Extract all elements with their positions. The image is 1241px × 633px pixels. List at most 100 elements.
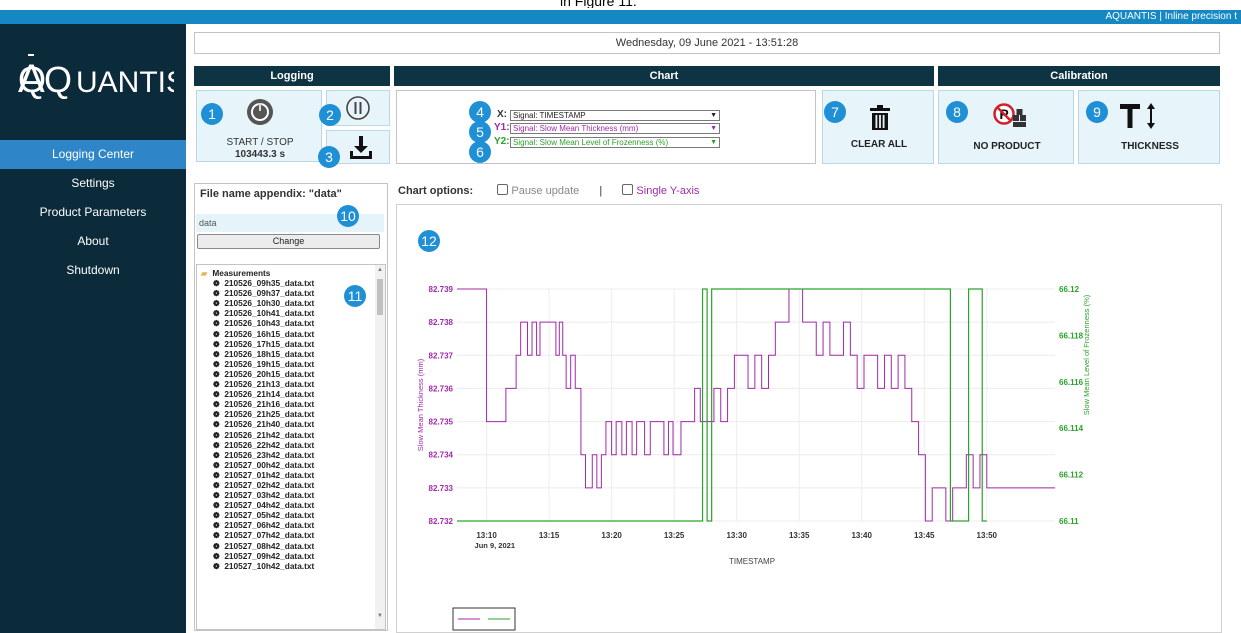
file-name: 210527_05h42_data.txt [224, 510, 315, 521]
x-tick-label: 13:45 [914, 531, 935, 540]
y1-tick-label: 82.733 [429, 484, 454, 493]
x-tick-label: 13:35 [789, 531, 810, 540]
file-name: 210526_22h42_data.txt [224, 439, 315, 450]
pause-icon [346, 96, 370, 120]
file-name: 210526_21h42_data.txt [224, 429, 315, 440]
tree-file-item[interactable]: ❁ 210527_07h42_data.txt [201, 530, 385, 540]
single-y-axis-checkbox[interactable] [622, 184, 634, 195]
tree-file-item[interactable]: ❁ 210527_05h42_data.txt [201, 510, 385, 520]
file-name: 210526_10h43_data.txt [224, 318, 315, 329]
svg-text:UANTIS: UANTIS [76, 66, 174, 99]
tree-file-item[interactable]: ❁ 210526_18h15_data.txt [201, 349, 385, 359]
tree-file-item[interactable]: ❁ 210526_10h43_data.txt [201, 318, 385, 328]
thickness-label: THICKNESS [1121, 141, 1179, 152]
tree-file-item[interactable]: ❁ 210526_21h16_data.txt [201, 399, 385, 409]
tree-scrollbar-thumb[interactable] [377, 279, 383, 315]
scroll-up-icon: ▲ [377, 267, 383, 273]
series-y1-line [457, 288, 1055, 522]
y2-tick-label: 66.116 [1059, 378, 1084, 387]
y2-tick-label: 66.112 [1059, 471, 1084, 480]
nav-product-parameters[interactable]: Product Parameters [0, 198, 186, 227]
chevron-down-icon: ▼ [710, 125, 717, 132]
sidebar: Q A Q UANTIS Logging Center Settings Pro… [0, 24, 186, 633]
y2-axis-selector-label: Y2: [494, 136, 510, 147]
elapsed-time: 103443.3 s [234, 149, 286, 160]
x-tick-label: 13:25 [664, 531, 685, 540]
tree-file-item[interactable]: ❁ 210526_21h40_data.txt [201, 419, 385, 429]
tree-file-item[interactable]: ❁ 210526_23h42_data.txt [201, 450, 385, 460]
file-tree: ▰ Measurements ❁ 210526_09h35_data.txt ❁ … [196, 264, 386, 630]
y1-signal-value: Signal: Slow Mean Thickness (mm) [513, 124, 639, 133]
y1-signal-select[interactable]: Signal: Slow Mean Thickness (mm) ▼ [510, 123, 720, 134]
folder-name: Measurements [212, 268, 271, 278]
file-name: 210527_02h42_data.txt [224, 479, 315, 490]
file-name: 210527_08h42_data.txt [224, 540, 315, 551]
nav-settings[interactable]: Settings [0, 169, 186, 198]
tree-file-list: ❁ 210526_09h35_data.txt ❁ 210526_09h37_da… [201, 278, 385, 571]
power-icon [247, 99, 273, 125]
pause-update-checkbox[interactable] [497, 184, 509, 195]
tree-file-item[interactable]: ❁ 210526_10h41_data.txt [201, 308, 385, 318]
y2-tick-label: 66.12 [1059, 285, 1080, 294]
tree-file-item[interactable]: ❁ 210527_08h42_data.txt [201, 541, 385, 551]
scroll-down-icon: ▼ [377, 613, 383, 619]
file-name: 210526_21h13_data.txt [224, 379, 315, 390]
file-name: 210526_23h42_data.txt [224, 449, 315, 460]
time-series-chart[interactable]: 82.739 82.738 82.737 82.736 82.735 82.734 82.7… [397, 205, 1223, 633]
tree-file-item[interactable]: ❁ 210526_21h14_data.txt [201, 389, 385, 399]
svg-text:Q: Q [44, 59, 72, 100]
tree-scrollbar[interactable]: ▲ ▼ [375, 265, 385, 629]
badge-11: 11 [344, 285, 366, 307]
nav-shutdown[interactable]: Shutdown [0, 256, 186, 285]
tree-file-item[interactable]: ❁ 210526_19h15_data.txt [201, 359, 385, 369]
badge-7: 7 [824, 101, 846, 123]
nav-about[interactable]: About [0, 227, 186, 256]
start-stop-button[interactable]: START / STOP 103443.3 s [196, 90, 322, 162]
section-header-calibration: Calibration [938, 66, 1220, 86]
y1-axis-label: Slow Mean Thickness (mm) [416, 358, 425, 451]
y2-signal-select[interactable]: Signal: Slow Mean Level of Frozenness (%… [510, 137, 720, 148]
badge-5: 5 [469, 121, 491, 143]
tree-file-item[interactable]: ❁ 210526_22h42_data.txt [201, 440, 385, 450]
file-icon: ❁ [213, 319, 220, 329]
file-name: 210527_07h42_data.txt [224, 530, 315, 541]
section-header-chart: Chart [394, 66, 934, 86]
tree-file-item[interactable]: ❁ 210527_03h42_data.txt [201, 490, 385, 500]
svg-text:A: A [18, 57, 45, 100]
file-name: 210527_01h42_data.txt [224, 469, 315, 480]
tree-file-item[interactable]: ❁ 210526_16h15_data.txt [201, 329, 385, 339]
y2-axis-label: Slow Mean Level of Frozenness (%) [1082, 294, 1091, 415]
x-signal-select[interactable]: Signal: TIMESTAMP ▼ [510, 110, 720, 121]
file-name: 210527_06h42_data.txt [224, 520, 315, 531]
tree-file-item[interactable]: ❁ 210527_02h42_data.txt [201, 480, 385, 490]
tree-file-item[interactable]: ❁ 210526_21h42_data.txt [201, 430, 385, 440]
y1-axis-selector-label: Y1: [494, 122, 510, 133]
tree-file-item[interactable]: ❁ 210527_09h42_data.txt [201, 551, 385, 561]
aquantis-logo: Q A Q UANTIS [18, 54, 174, 100]
y1-tick-label: 82.737 [429, 351, 454, 360]
no-product-icon: P [993, 103, 1026, 127]
badge-1: 1 [201, 103, 223, 125]
file-name: 210526_21h25_data.txt [224, 409, 315, 420]
tree-file-item[interactable]: ❁ 210526_21h25_data.txt [201, 409, 385, 419]
tree-folder-measurements[interactable]: ▰ Measurements [201, 268, 385, 278]
tree-file-item[interactable]: ❁ 210526_17h15_data.txt [201, 339, 385, 349]
badge-2: 2 [319, 104, 341, 126]
tree-file-item[interactable]: ❁ 210526_21h13_data.txt [201, 379, 385, 389]
tree-file-item[interactable]: ❁ 210527_01h42_data.txt [201, 470, 385, 480]
file-icon: ❁ [213, 531, 220, 541]
tree-file-item[interactable]: ❁ 210527_10h42_data.txt [201, 561, 385, 571]
tree-file-item[interactable]: ❁ 210526_20h15_data.txt [201, 369, 385, 379]
nav-logging-center[interactable]: Logging Center [0, 140, 186, 169]
file-icon: ❁ [213, 420, 220, 430]
y2-tick-label: 66.11 [1059, 517, 1079, 526]
file-name: 210526_18h15_data.txt [224, 348, 315, 359]
file-name: 210526_09h37_data.txt [224, 288, 315, 299]
badge-6: 6 [469, 141, 491, 163]
tree-file-item[interactable]: ❁ 210527_00h42_data.txt [201, 460, 385, 470]
change-button[interactable]: Change [197, 234, 380, 249]
tree-file-item[interactable]: ❁ 210527_06h42_data.txt [201, 520, 385, 530]
clear-all-label: CLEAR ALL [850, 139, 908, 150]
tree-file-item[interactable]: ❁ 210527_04h42_data.txt [201, 500, 385, 510]
section-header-logging: Logging [194, 66, 390, 86]
